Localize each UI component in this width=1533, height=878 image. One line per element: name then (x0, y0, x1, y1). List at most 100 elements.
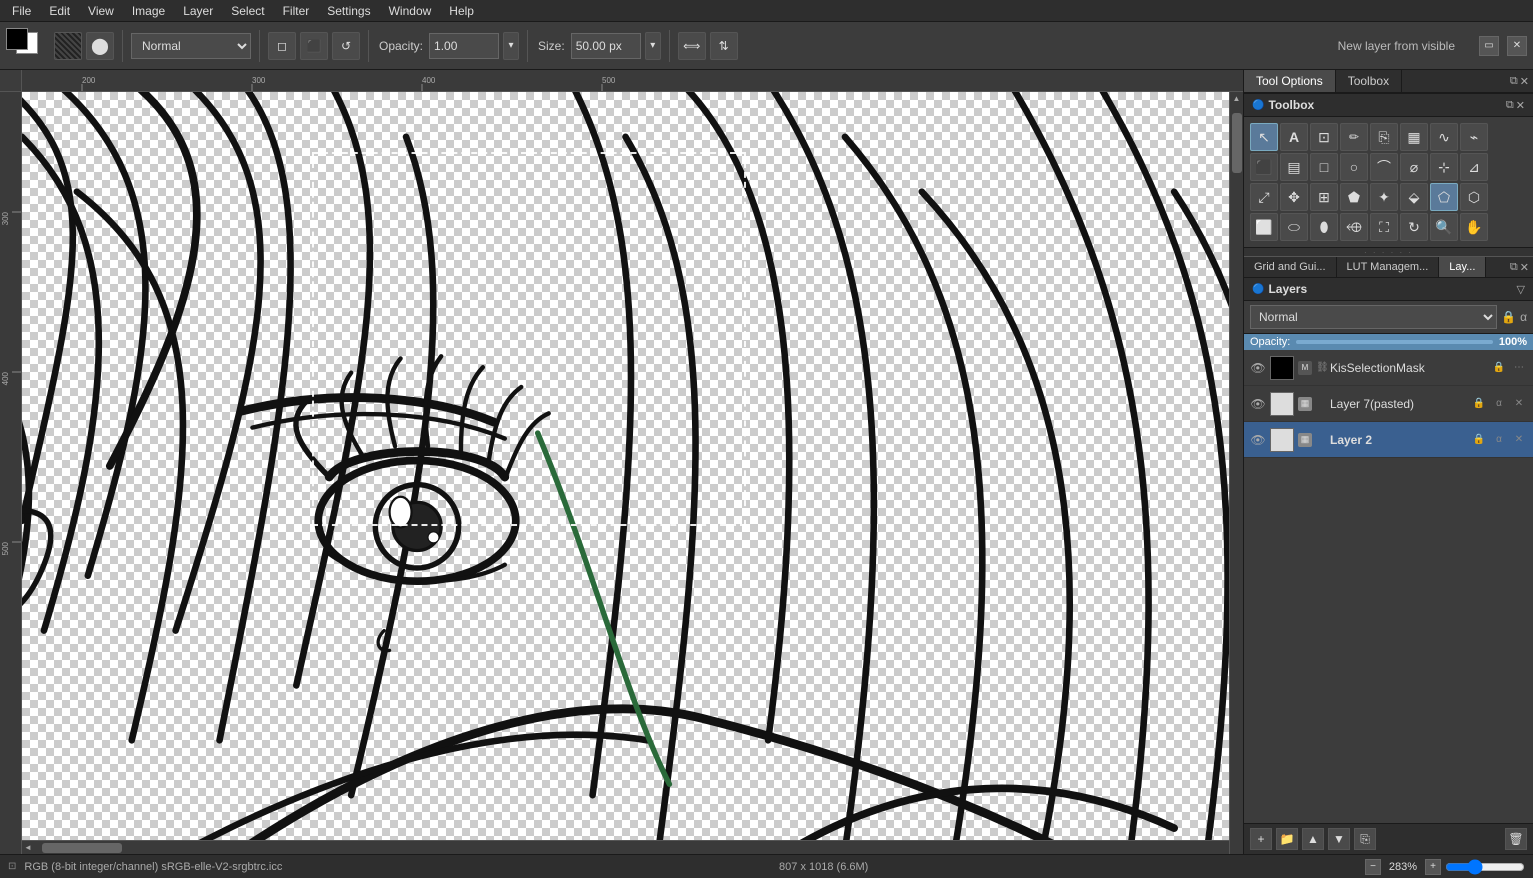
tool-gradient[interactable]: ▤ (1280, 153, 1308, 181)
layer-eye-2[interactable]: 👁 (1250, 396, 1266, 412)
toolbox-close-btn[interactable]: ✕ (1516, 99, 1525, 112)
tool-perspective[interactable]: ⊿ (1460, 153, 1488, 181)
layer-alpha-3[interactable]: α (1491, 432, 1507, 448)
duplicate-layer-btn[interactable]: ⎘ (1354, 828, 1376, 850)
menu-edit[interactable]: Edit (41, 2, 78, 20)
tool-transform-3d[interactable]: ⊡ (1310, 123, 1338, 151)
dock-separator[interactable]: · · · · · · (1244, 247, 1533, 257)
layers-lock-icon[interactable]: 🔒 (1501, 310, 1516, 324)
erase-tool-btn[interactable]: ◻ (268, 32, 296, 60)
menu-help[interactable]: Help (441, 2, 482, 20)
tool-bezier[interactable]: ⌒ (1370, 153, 1398, 181)
menu-image[interactable]: Image (124, 2, 173, 20)
menu-file[interactable]: File (4, 2, 39, 20)
tool-select-connected[interactable]: ⬮ (1310, 213, 1338, 241)
tool-pattern[interactable]: ▦ (1400, 123, 1428, 151)
move-layer-up[interactable]: ▲ (1302, 828, 1324, 850)
flip-h-btn[interactable]: ⟺ (678, 32, 706, 60)
blend-mode-select[interactable]: Normal Multiply Screen (131, 33, 251, 59)
menu-settings[interactable]: Settings (319, 2, 378, 20)
new-layer-btn[interactable]: + (1250, 828, 1272, 850)
tool-select-rect[interactable]: ↖ (1250, 123, 1278, 151)
menu-filter[interactable]: Filter (275, 2, 318, 20)
tool-warp[interactable]: ⌁ (1460, 123, 1488, 151)
panel-close-x[interactable]: ✕ (1520, 75, 1529, 88)
delete-layer-btn[interactable]: 🗑 (1505, 828, 1527, 850)
layer-lock-2[interactable]: 🔒 (1471, 396, 1487, 412)
layer-row-kisselectionmask[interactable]: 👁 M ⛓ KisSelectionMask 🔒 ⋯ (1244, 350, 1533, 386)
new-group-btn[interactable]: 📁 (1276, 828, 1298, 850)
layers-mode-select[interactable]: Normal Multiply (1250, 305, 1497, 329)
tool-free-select[interactable]: ⬟ (1340, 183, 1368, 211)
opacity-bar[interactable] (1296, 340, 1493, 344)
tab-grid-gui[interactable]: Grid and Gui... (1244, 257, 1337, 277)
tool-text[interactable]: A (1280, 123, 1308, 151)
panel-expand-btn[interactable]: ▭ (1479, 36, 1499, 56)
layer-eye-3[interactable]: 👁 (1250, 432, 1266, 448)
vscroll-up-arrow[interactable]: ▲ (1233, 94, 1241, 103)
menu-window[interactable]: Window (381, 2, 440, 20)
layer-eye-1[interactable]: 👁 (1250, 360, 1266, 376)
move-layer-down[interactable]: ▼ (1328, 828, 1350, 850)
layer-alpha-2[interactable]: α (1491, 396, 1507, 412)
layers-close-btn[interactable]: ✕ (1520, 261, 1529, 274)
menu-layer[interactable]: Layer (175, 2, 221, 20)
tool-select-by-color2[interactable]: ⬲ (1340, 213, 1368, 241)
size-input[interactable] (571, 33, 641, 59)
tool-ellipse-select[interactable]: ⬭ (1280, 213, 1308, 241)
layer-visible-3[interactable]: ✕ (1511, 432, 1527, 448)
hscroll-thumb[interactable] (42, 843, 122, 853)
tool-crop[interactable]: ⛶ (1370, 213, 1398, 241)
tool-path-edit[interactable]: ⊹ (1430, 153, 1458, 181)
opacity-input[interactable] (429, 33, 499, 59)
layer-visible-2[interactable]: ✕ (1511, 396, 1527, 412)
tab-lut-mgmt[interactable]: LUT Managem... (1337, 257, 1440, 277)
tool-rotate[interactable]: ↻ (1400, 213, 1428, 241)
layer-lock-3[interactable]: 🔒 (1471, 432, 1487, 448)
tool-clone[interactable]: ⎘ (1370, 123, 1398, 151)
brush-preview[interactable]: ⬤ (86, 32, 114, 60)
panel-float-btn[interactable]: ⧉ (1510, 75, 1518, 88)
toolbox-float-btn[interactable]: ⧉ (1506, 99, 1514, 112)
tool-pan[interactable]: ✋ (1460, 213, 1488, 241)
tool-scale[interactable]: ⤢ (1250, 183, 1278, 211)
zoom-out-btn[interactable]: − (1365, 859, 1381, 875)
tool-freehand[interactable]: ⌀ (1400, 153, 1428, 181)
layers-alpha-icon[interactable]: α (1520, 310, 1527, 324)
tool-free-select-2[interactable]: ⬠ (1430, 183, 1458, 211)
reset-btn[interactable]: ↺ (332, 32, 360, 60)
tab-layers[interactable]: Lay... (1439, 257, 1486, 277)
toolbox-tab[interactable]: Toolbox (1336, 70, 1402, 92)
panel-close-btn[interactable]: ✕ (1507, 36, 1527, 56)
zoom-in-btn[interactable]: + (1425, 859, 1441, 875)
vscroll-thumb[interactable] (1232, 113, 1242, 173)
foreground-color[interactable] (6, 28, 28, 50)
pattern-swatch[interactable] (54, 32, 82, 60)
vertical-scrollbar[interactable]: ▲ (1229, 92, 1243, 854)
layer-alpha-1[interactable]: ⋯ (1511, 360, 1527, 376)
tool-curve[interactable]: ∿ (1430, 123, 1458, 151)
tool-ellipse-shape[interactable]: ○ (1340, 153, 1368, 181)
tool-rect-select[interactable]: ⬜ (1250, 213, 1278, 241)
tool-fuzzy-select[interactable]: ✦ (1370, 183, 1398, 211)
tool-move[interactable]: ✥ (1280, 183, 1308, 211)
hscroll-left-arrow[interactable]: ◄ (24, 843, 32, 852)
fill-tool-btn[interactable]: ⬛ (300, 32, 328, 60)
opacity-menu-btn[interactable]: ▾ (503, 32, 519, 60)
menu-view[interactable]: View (80, 2, 122, 20)
tool-cage[interactable]: ⊞ (1310, 183, 1338, 211)
zoom-slider[interactable] (1445, 862, 1525, 872)
size-menu-btn[interactable]: ▾ (645, 32, 661, 60)
tool-zoom[interactable]: 🔍 (1430, 213, 1458, 241)
layers-float-btn[interactable]: ⧉ (1510, 261, 1518, 274)
layer-row-layer2[interactable]: 👁 ▦ Layer 2 🔒 α ✕ (1244, 422, 1533, 458)
tool-select-by-color[interactable]: ⬙ (1400, 183, 1428, 211)
tool-rect-shape[interactable]: □ (1310, 153, 1338, 181)
layers-filter-icon[interactable]: ▽ (1517, 283, 1525, 296)
flip-v-btn[interactable]: ⇅ (710, 32, 738, 60)
tool-intelligent[interactable]: ⬡ (1460, 183, 1488, 211)
horizontal-scrollbar[interactable]: ◄ (22, 840, 1229, 854)
menu-select[interactable]: Select (223, 2, 272, 20)
layer-lock-1[interactable]: 🔒 (1491, 360, 1507, 376)
tool-options-tab[interactable]: Tool Options (1244, 70, 1336, 92)
